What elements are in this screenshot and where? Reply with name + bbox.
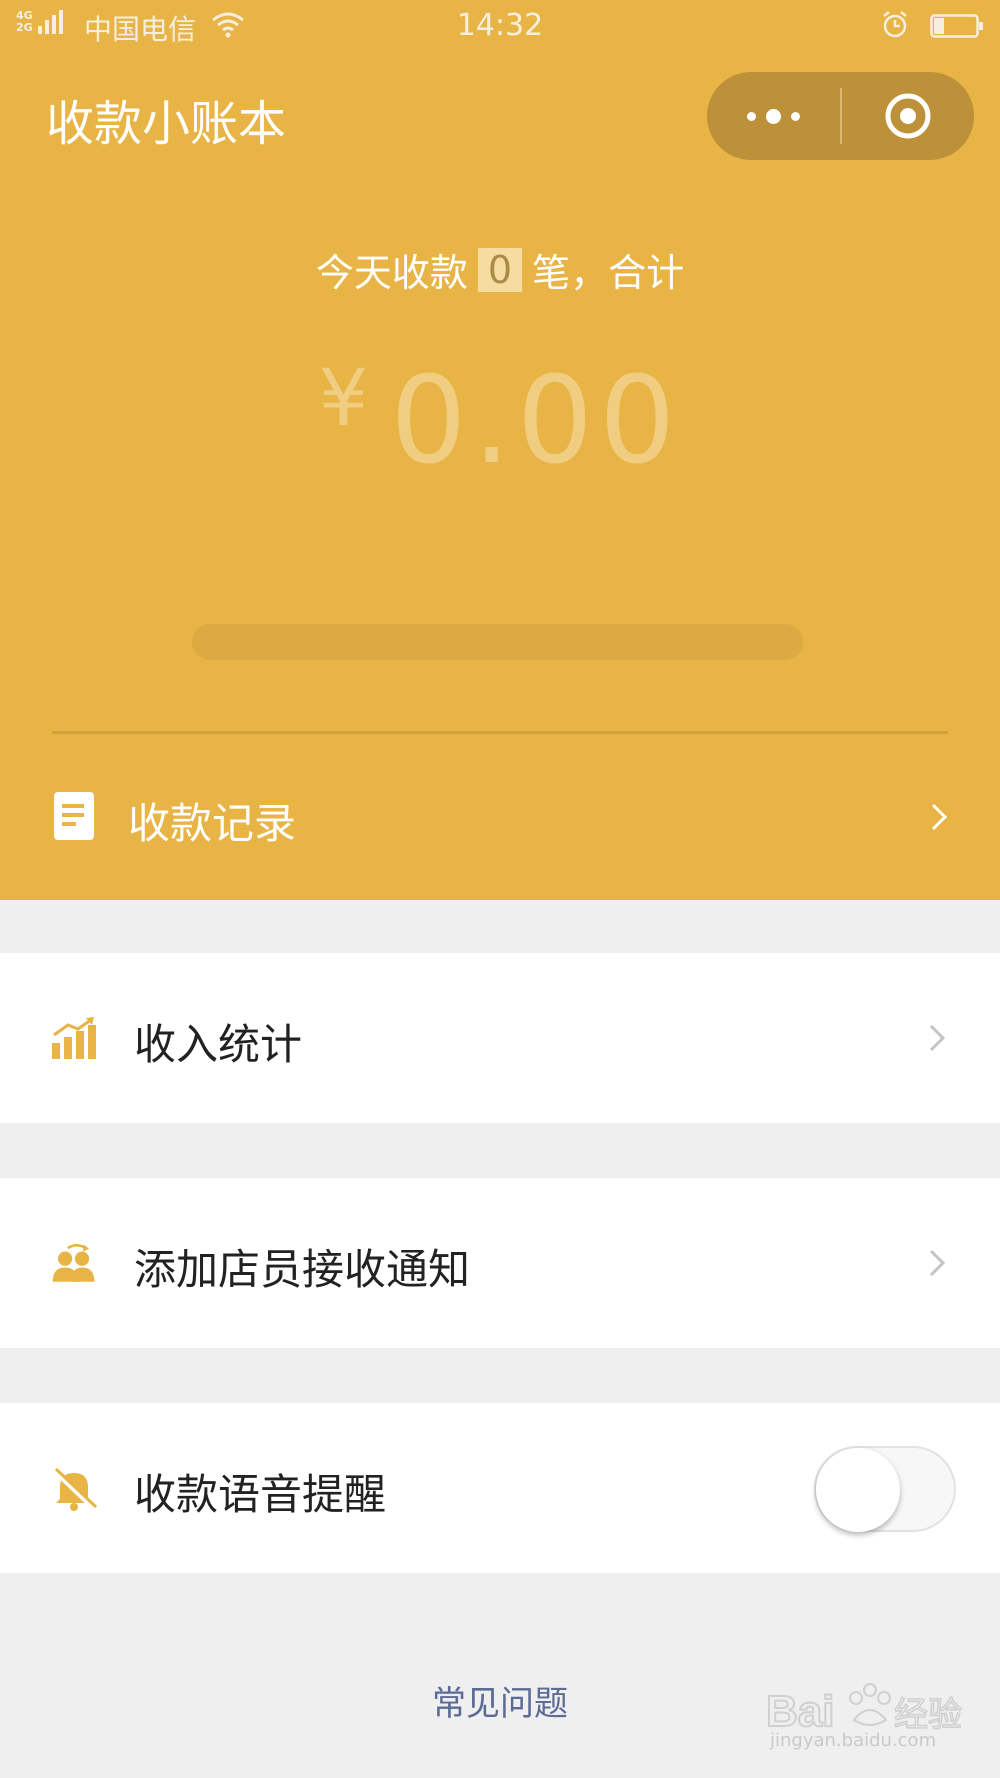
bar-chart-icon <box>52 1017 96 1059</box>
voice-alert-label: 收款语音提醒 <box>134 1470 387 1519</box>
add-staff-label: 添加店员接收通知 <box>134 1245 471 1294</box>
status-bar: 4G 2G 中国电信 14:32 <box>0 0 1000 54</box>
voice-alert-row: 收款语音提醒 <box>0 1403 1000 1573</box>
app-title: 收款小账本 <box>46 96 287 152</box>
svg-text:Bai: Bai <box>766 1687 834 1736</box>
header-panel: 4G 2G 中国电信 14:32 收款小账本 今天收款 0 笔，合计 ¥ 0.0… <box>0 0 1000 900</box>
mini-program-capsule <box>707 72 974 160</box>
currency-symbol: ¥ <box>318 354 369 444</box>
target-circle-icon[interactable] <box>842 72 974 160</box>
more-dots-icon[interactable] <box>707 72 840 160</box>
bell-off-icon <box>52 1467 98 1511</box>
people-icon <box>52 1244 95 1282</box>
watermark-url: jingyan.baidu.com <box>770 1730 937 1751</box>
voice-alert-toggle[interactable] <box>814 1446 956 1532</box>
income-stats-row[interactable]: 收入统计 <box>0 953 1000 1123</box>
payment-count: 0 <box>477 247 523 292</box>
payment-records-label: 收款记录 <box>128 799 297 848</box>
svg-text:经验: 经验 <box>894 1695 962 1735</box>
header-divider <box>52 731 948 734</box>
amount-value: 0.00 <box>390 352 682 491</box>
add-staff-row[interactable]: 添加店员接收通知 <box>0 1178 1000 1348</box>
document-icon <box>54 792 94 840</box>
summary-suffix: 笔，合计 <box>532 251 685 295</box>
total-amount: ¥ 0.00 <box>0 352 1000 491</box>
chevron-right-icon <box>929 1249 946 1277</box>
toggle-knob <box>816 1448 900 1532</box>
status-time: 14:32 <box>456 8 544 43</box>
payment-records-row[interactable]: 收款记录 <box>0 740 1000 890</box>
income-stats-label: 收入统计 <box>134 1020 303 1069</box>
summary-prefix: 今天收款 <box>315 251 468 295</box>
chevron-right-icon <box>931 803 948 831</box>
today-summary: 今天收款 0 笔，合计 <box>0 242 1000 297</box>
progress-track <box>192 624 803 660</box>
alarm-icon <box>883 11 907 38</box>
chevron-right-icon <box>929 1024 946 1052</box>
battery-icon <box>930 14 983 38</box>
faq-label: 常见问题 <box>432 1684 568 1724</box>
